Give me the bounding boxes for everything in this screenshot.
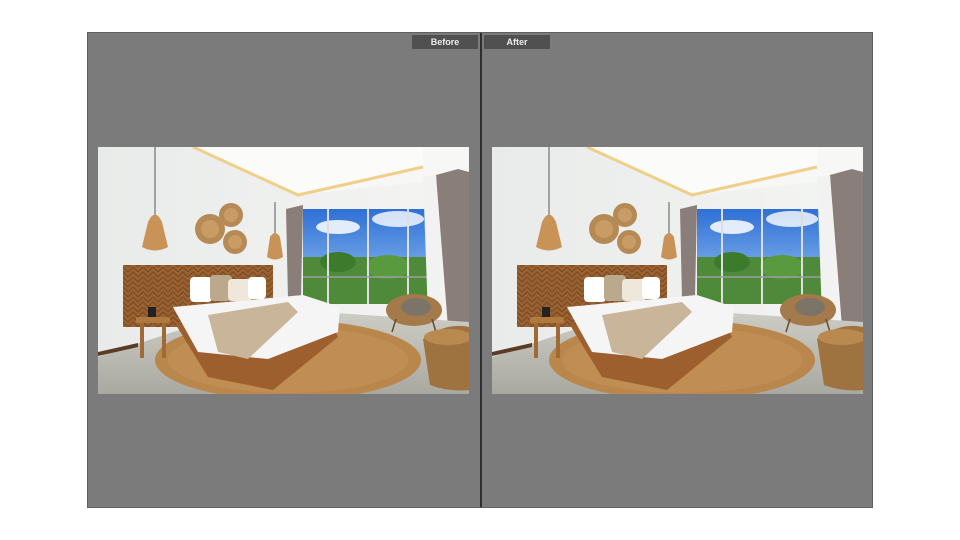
after-pane: After xyxy=(482,33,872,507)
before-label: Before xyxy=(412,35,478,49)
compare-viewer: Before After xyxy=(87,32,873,508)
after-photo xyxy=(492,147,863,394)
before-photo xyxy=(98,147,469,394)
before-pane: Before xyxy=(88,33,480,507)
after-label: After xyxy=(484,35,550,49)
